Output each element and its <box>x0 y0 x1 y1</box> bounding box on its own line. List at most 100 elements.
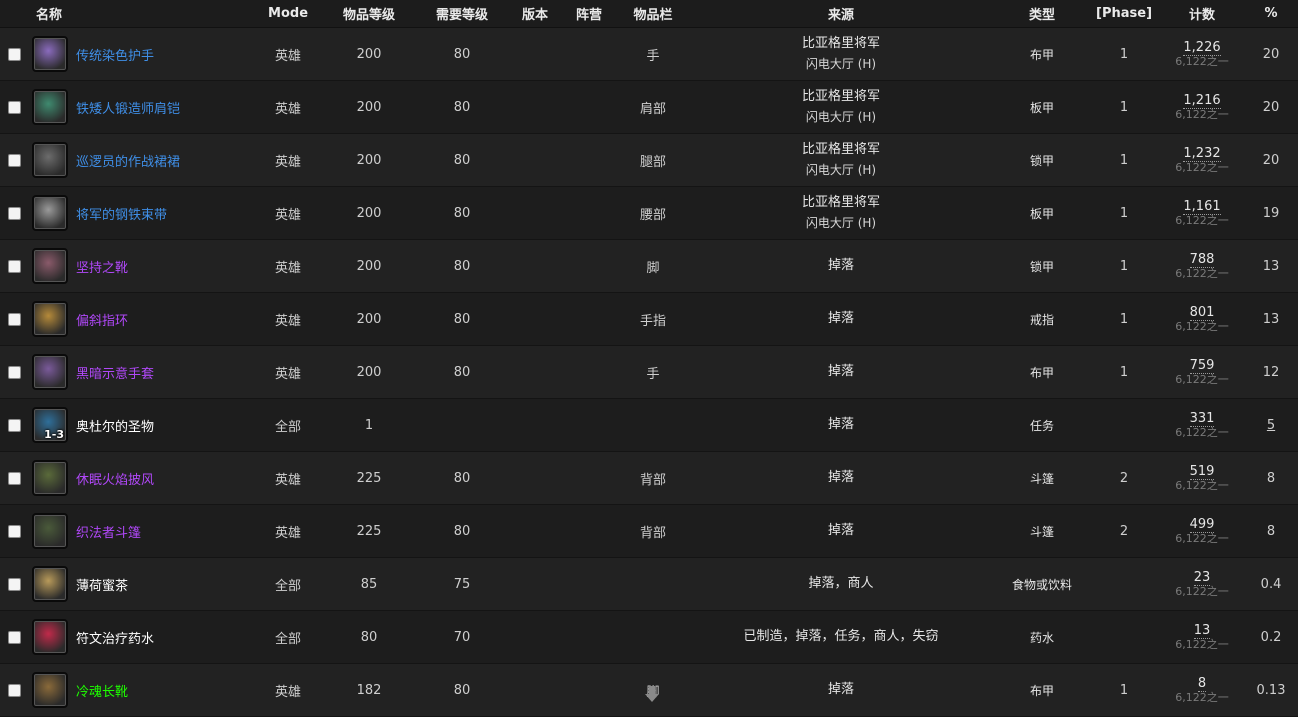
source-cell: 掉落 <box>686 398 997 452</box>
phase-cell: 1 <box>1088 27 1161 81</box>
row-checkbox[interactable] <box>8 259 21 273</box>
source-cell: 比亚格里将军 闪电大厅 (H) <box>686 80 997 134</box>
potion-icon[interactable] <box>32 619 68 655</box>
col-header-phase[interactable]: [Phase] <box>1088 0 1161 28</box>
drop-pct[interactable]: 5 <box>1267 418 1275 433</box>
shoulder-icon[interactable] <box>32 89 68 125</box>
row-select-cell <box>0 27 30 81</box>
pct-cell: 19 <box>1244 186 1298 240</box>
row-checkbox[interactable] <box>8 153 21 167</box>
faction-cell <box>558 451 621 505</box>
row-checkbox[interactable] <box>8 630 21 644</box>
item-link[interactable]: 冷魂长靴 <box>76 681 128 700</box>
col-header-mode[interactable]: Mode <box>250 0 327 28</box>
col-header-slot[interactable]: 物品栏 <box>620 0 687 28</box>
faction-cell <box>558 27 621 81</box>
source-name[interactable]: 掉落 <box>686 415 996 435</box>
req-level-cell: 75 <box>412 557 513 611</box>
col-header-version[interactable]: 版本 <box>512 0 559 28</box>
row-checkbox[interactable] <box>8 206 21 220</box>
drop-count: 1,161 <box>1183 198 1221 215</box>
table-row: 符文治疗药水 全部 80 70 已制造，掉落，任务，商人，失窃 药水 13 6,122之一 0.… <box>0 610 1298 664</box>
source-name[interactable]: 已制造，掉落，任务，商人，失窃 <box>686 627 996 647</box>
scroll-down-arrow-icon[interactable] <box>643 684 661 704</box>
belt-icon[interactable] <box>32 195 68 231</box>
row-checkbox[interactable] <box>8 365 21 379</box>
row-checkbox[interactable] <box>8 524 21 538</box>
version-cell <box>512 451 559 505</box>
col-header-req-level[interactable]: 需要等级 <box>412 0 513 28</box>
item-link[interactable]: 铁矮人锻造师肩铠 <box>76 98 180 117</box>
source-name[interactable]: 掉落 <box>686 256 996 276</box>
drop-pct: 20 <box>1262 152 1280 168</box>
item-link[interactable]: 偏斜指环 <box>76 310 128 329</box>
item-link[interactable]: 将军的钢铁束带 <box>76 204 167 223</box>
relic-icon[interactable]: 1-3 <box>32 407 68 443</box>
drop-total: 6,122之一 <box>1175 213 1229 227</box>
source-name[interactable]: 掉落，商人 <box>686 574 996 594</box>
col-header-item-level[interactable]: 物品等级 <box>326 0 413 28</box>
source-name[interactable]: 掉落 <box>686 362 996 382</box>
source-zone[interactable]: 闪电大厅 (H) <box>686 160 996 180</box>
source-name[interactable]: 掉落 <box>686 309 996 329</box>
col-header-faction[interactable]: 阵营 <box>558 0 621 28</box>
col-header-name[interactable]: 名称 <box>0 0 251 28</box>
drop-total: 6,122之一 <box>1175 478 1229 492</box>
row-checkbox[interactable] <box>8 471 21 485</box>
row-checkbox[interactable] <box>8 418 21 432</box>
item-link[interactable]: 薄荷蜜茶 <box>76 575 128 594</box>
mode-cell: 英雄 <box>250 80 327 134</box>
source-cell: 掉落 <box>686 239 997 293</box>
item-link[interactable]: 黑暗示意手套 <box>76 363 154 382</box>
cloak-icon[interactable] <box>32 460 68 496</box>
item-name-cell: 符文治疗药水 <box>30 610 251 664</box>
row-checkbox[interactable] <box>8 683 21 697</box>
source-zone[interactable]: 闪电大厅 (H) <box>686 107 996 127</box>
item-link[interactable]: 织法者斗篷 <box>76 522 141 541</box>
tea-icon[interactable] <box>32 566 68 602</box>
slot-cell: 脚 <box>620 239 687 293</box>
col-header-count[interactable]: 计数 <box>1160 0 1245 28</box>
row-checkbox[interactable] <box>8 312 21 326</box>
item-name-cell: 偏斜指环 <box>30 292 251 346</box>
col-header-source[interactable]: 来源 <box>686 0 997 28</box>
count-cell: 331 6,122之一 <box>1160 398 1245 452</box>
req-level-cell <box>412 398 513 452</box>
pct-cell: 8 <box>1244 504 1298 558</box>
source-name[interactable]: 比亚格里将军 <box>686 87 996 107</box>
gauntlet-icon[interactable] <box>32 36 68 72</box>
source-name[interactable]: 比亚格里将军 <box>686 140 996 160</box>
chain-legs-icon[interactable] <box>32 142 68 178</box>
source-name[interactable]: 掉落 <box>686 521 996 541</box>
drop-total: 6,122之一 <box>1175 372 1229 386</box>
item-link[interactable]: 坚持之靴 <box>76 257 128 276</box>
req-level-cell: 80 <box>412 27 513 81</box>
item-link[interactable]: 符文治疗药水 <box>76 628 154 647</box>
source-name[interactable]: 比亚格里将军 <box>686 193 996 213</box>
version-cell <box>512 292 559 346</box>
item-level-cell: 200 <box>326 239 413 293</box>
item-name-cell: 将军的钢铁束带 <box>30 186 251 240</box>
item-link[interactable]: 休眠火焰披风 <box>76 469 154 488</box>
boots-icon[interactable] <box>32 672 68 708</box>
col-header-pct[interactable]: % <box>1244 0 1298 28</box>
glove-icon[interactable] <box>32 354 68 390</box>
source-zone[interactable]: 闪电大厅 (H) <box>686 213 996 233</box>
version-cell <box>512 133 559 187</box>
col-header-type[interactable]: 类型 <box>996 0 1089 28</box>
phase-cell: 1 <box>1088 345 1161 399</box>
item-link[interactable]: 传统染色护手 <box>76 45 154 64</box>
boots-icon[interactable] <box>32 248 68 284</box>
item-link[interactable]: 奥杜尔的圣物 <box>76 416 154 435</box>
source-name[interactable]: 掉落 <box>686 680 996 700</box>
cloak-icon[interactable] <box>32 513 68 549</box>
row-checkbox[interactable] <box>8 47 21 61</box>
source-name[interactable]: 掉落 <box>686 468 996 488</box>
source-name[interactable]: 比亚格里将军 <box>686 34 996 54</box>
source-zone[interactable]: 闪电大厅 (H) <box>686 54 996 74</box>
row-checkbox[interactable] <box>8 100 21 114</box>
row-checkbox[interactable] <box>8 577 21 591</box>
ring-icon[interactable] <box>32 301 68 337</box>
type-cell: 任务 <box>996 398 1089 452</box>
item-link[interactable]: 巡逻员的作战裙裙 <box>76 151 180 170</box>
